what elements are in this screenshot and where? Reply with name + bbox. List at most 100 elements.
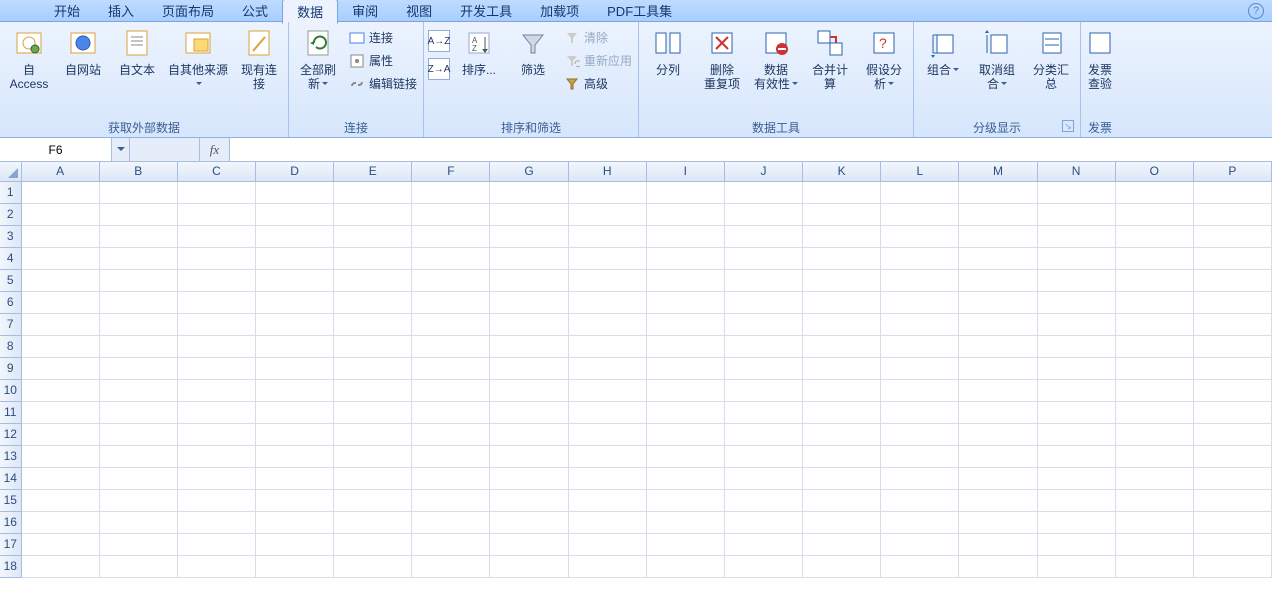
from-text-button[interactable]: 自文本 — [112, 24, 162, 80]
cell-C8[interactable] — [178, 336, 256, 358]
cell-O8[interactable] — [1116, 336, 1194, 358]
cell-K15[interactable] — [803, 490, 881, 512]
cell-O9[interactable] — [1116, 358, 1194, 380]
cell-K1[interactable] — [803, 182, 881, 204]
cell-J10[interactable] — [725, 380, 803, 402]
subtotal-button[interactable]: 分类汇总 — [1026, 24, 1076, 94]
cell-A17[interactable] — [22, 534, 100, 556]
cell-H6[interactable] — [569, 292, 647, 314]
cell-E18[interactable] — [334, 556, 412, 578]
cell-M2[interactable] — [959, 204, 1037, 226]
cell-I14[interactable] — [647, 468, 725, 490]
row-header-2[interactable]: 2 — [0, 204, 22, 226]
cell-K2[interactable] — [803, 204, 881, 226]
cell-O7[interactable] — [1116, 314, 1194, 336]
column-header-N[interactable]: N — [1038, 162, 1116, 181]
cell-D3[interactable] — [256, 226, 334, 248]
cell-P1[interactable] — [1194, 182, 1272, 204]
cell-F4[interactable] — [412, 248, 490, 270]
cell-B5[interactable] — [100, 270, 178, 292]
cell-B11[interactable] — [100, 402, 178, 424]
cell-F5[interactable] — [412, 270, 490, 292]
cell-M10[interactable] — [959, 380, 1037, 402]
cell-H1[interactable] — [569, 182, 647, 204]
cell-P6[interactable] — [1194, 292, 1272, 314]
tab-developer[interactable]: 开发工具 — [446, 0, 526, 22]
cell-F6[interactable] — [412, 292, 490, 314]
cell-P8[interactable] — [1194, 336, 1272, 358]
cell-L4[interactable] — [881, 248, 959, 270]
cell-E13[interactable] — [334, 446, 412, 468]
cell-D17[interactable] — [256, 534, 334, 556]
cell-F16[interactable] — [412, 512, 490, 534]
row-header-17[interactable]: 17 — [0, 534, 22, 556]
cell-E2[interactable] — [334, 204, 412, 226]
cell-L5[interactable] — [881, 270, 959, 292]
cell-K3[interactable] — [803, 226, 881, 248]
cell-G12[interactable] — [490, 424, 568, 446]
cell-A7[interactable] — [22, 314, 100, 336]
cell-C18[interactable] — [178, 556, 256, 578]
cell-A3[interactable] — [22, 226, 100, 248]
cell-F3[interactable] — [412, 226, 490, 248]
cell-H12[interactable] — [569, 424, 647, 446]
text-to-columns-button[interactable]: 分列 — [643, 24, 693, 80]
cell-I5[interactable] — [647, 270, 725, 292]
cell-E4[interactable] — [334, 248, 412, 270]
cell-D15[interactable] — [256, 490, 334, 512]
advanced-filter-button[interactable]: 高级 — [562, 74, 634, 93]
cell-I16[interactable] — [647, 512, 725, 534]
from-web-button[interactable]: 自网站 — [58, 24, 108, 80]
tab-page-layout[interactable]: 页面布局 — [148, 0, 228, 22]
cell-M3[interactable] — [959, 226, 1037, 248]
cell-K12[interactable] — [803, 424, 881, 446]
cell-B7[interactable] — [100, 314, 178, 336]
cell-E8[interactable] — [334, 336, 412, 358]
edit-links-button[interactable]: 编辑链接 — [347, 74, 419, 93]
cell-N4[interactable] — [1038, 248, 1116, 270]
cell-J12[interactable] — [725, 424, 803, 446]
cell-G9[interactable] — [490, 358, 568, 380]
row-header-1[interactable]: 1 — [0, 182, 22, 204]
cell-L1[interactable] — [881, 182, 959, 204]
cell-J8[interactable] — [725, 336, 803, 358]
cell-J1[interactable] — [725, 182, 803, 204]
cell-E1[interactable] — [334, 182, 412, 204]
column-header-H[interactable]: H — [569, 162, 647, 181]
cell-E16[interactable] — [334, 512, 412, 534]
cell-F17[interactable] — [412, 534, 490, 556]
cell-N17[interactable] — [1038, 534, 1116, 556]
cell-O16[interactable] — [1116, 512, 1194, 534]
tab-review[interactable]: 审阅 — [338, 0, 392, 22]
cell-B18[interactable] — [100, 556, 178, 578]
cell-H2[interactable] — [569, 204, 647, 226]
cell-I3[interactable] — [647, 226, 725, 248]
cell-F15[interactable] — [412, 490, 490, 512]
cell-H3[interactable] — [569, 226, 647, 248]
row-header-4[interactable]: 4 — [0, 248, 22, 270]
cell-C5[interactable] — [178, 270, 256, 292]
cell-D6[interactable] — [256, 292, 334, 314]
column-header-J[interactable]: J — [725, 162, 803, 181]
cell-D9[interactable] — [256, 358, 334, 380]
cell-D2[interactable] — [256, 204, 334, 226]
cell-J18[interactable] — [725, 556, 803, 578]
cell-K7[interactable] — [803, 314, 881, 336]
cell-G5[interactable] — [490, 270, 568, 292]
cell-P9[interactable] — [1194, 358, 1272, 380]
select-all-corner[interactable] — [0, 162, 22, 181]
column-header-A[interactable]: A — [22, 162, 100, 181]
tab-data[interactable]: 数据 — [282, 0, 338, 24]
cell-C3[interactable] — [178, 226, 256, 248]
cell-L13[interactable] — [881, 446, 959, 468]
from-access-button[interactable]: 自 Access — [4, 24, 54, 94]
cell-O4[interactable] — [1116, 248, 1194, 270]
cell-G13[interactable] — [490, 446, 568, 468]
cell-M5[interactable] — [959, 270, 1037, 292]
refresh-all-button[interactable]: 全部刷新 — [293, 24, 343, 94]
cell-F2[interactable] — [412, 204, 490, 226]
cell-K10[interactable] — [803, 380, 881, 402]
cell-D1[interactable] — [256, 182, 334, 204]
cell-M7[interactable] — [959, 314, 1037, 336]
cell-B1[interactable] — [100, 182, 178, 204]
